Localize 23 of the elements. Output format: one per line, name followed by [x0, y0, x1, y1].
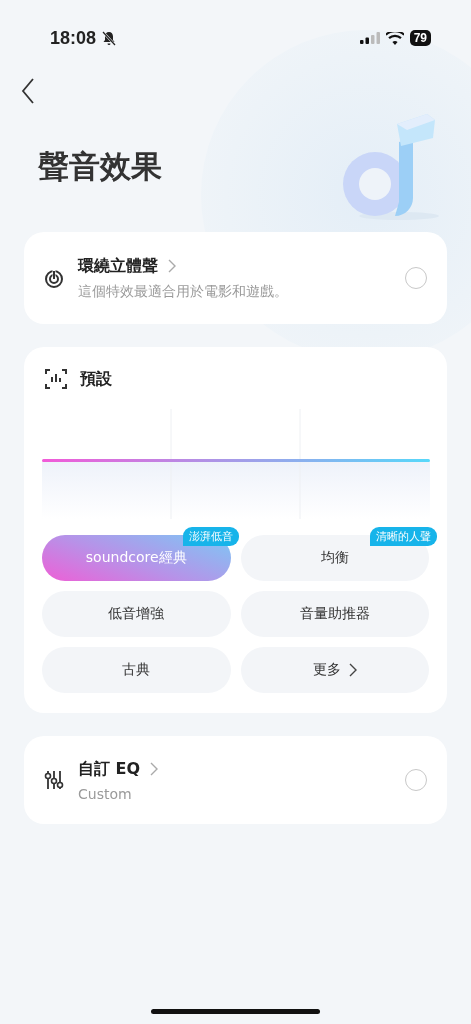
chevron-icon [150, 762, 159, 776]
preset-tag: 清晰的人聲 [370, 527, 437, 546]
chevron-icon [348, 663, 357, 677]
preset-title: 預設 [80, 368, 112, 390]
sliders-icon [44, 770, 64, 790]
signal-icon [359, 32, 380, 44]
chevron-icon [168, 259, 176, 273]
preset-button[interactable]: 低音增強 [42, 591, 231, 637]
battery-level: 79 [409, 30, 431, 46]
radio-button[interactable] [405, 267, 427, 289]
wifi-icon [385, 31, 404, 45]
radio-button[interactable] [405, 769, 427, 791]
surround-description: 這個特效最適合用於電影和遊戲。 [78, 282, 289, 301]
preset-tag: 澎湃低音 [182, 527, 239, 546]
equalizer-icon [44, 367, 68, 391]
custom-eq-subtitle: Custom [78, 785, 133, 802]
preset-button[interactable]: 更多 [240, 647, 429, 693]
custom-eq-title[interactable]: 自訂 EQ [78, 758, 141, 780]
status-time: 18:08 [50, 27, 97, 49]
preset-button[interactable]: 音量助推器 [240, 591, 429, 637]
preset-button[interactable]: 古典 [42, 647, 231, 693]
surround-title[interactable]: 環繞立體聲 [78, 255, 158, 277]
page-title: 聲音效果 [38, 147, 162, 186]
